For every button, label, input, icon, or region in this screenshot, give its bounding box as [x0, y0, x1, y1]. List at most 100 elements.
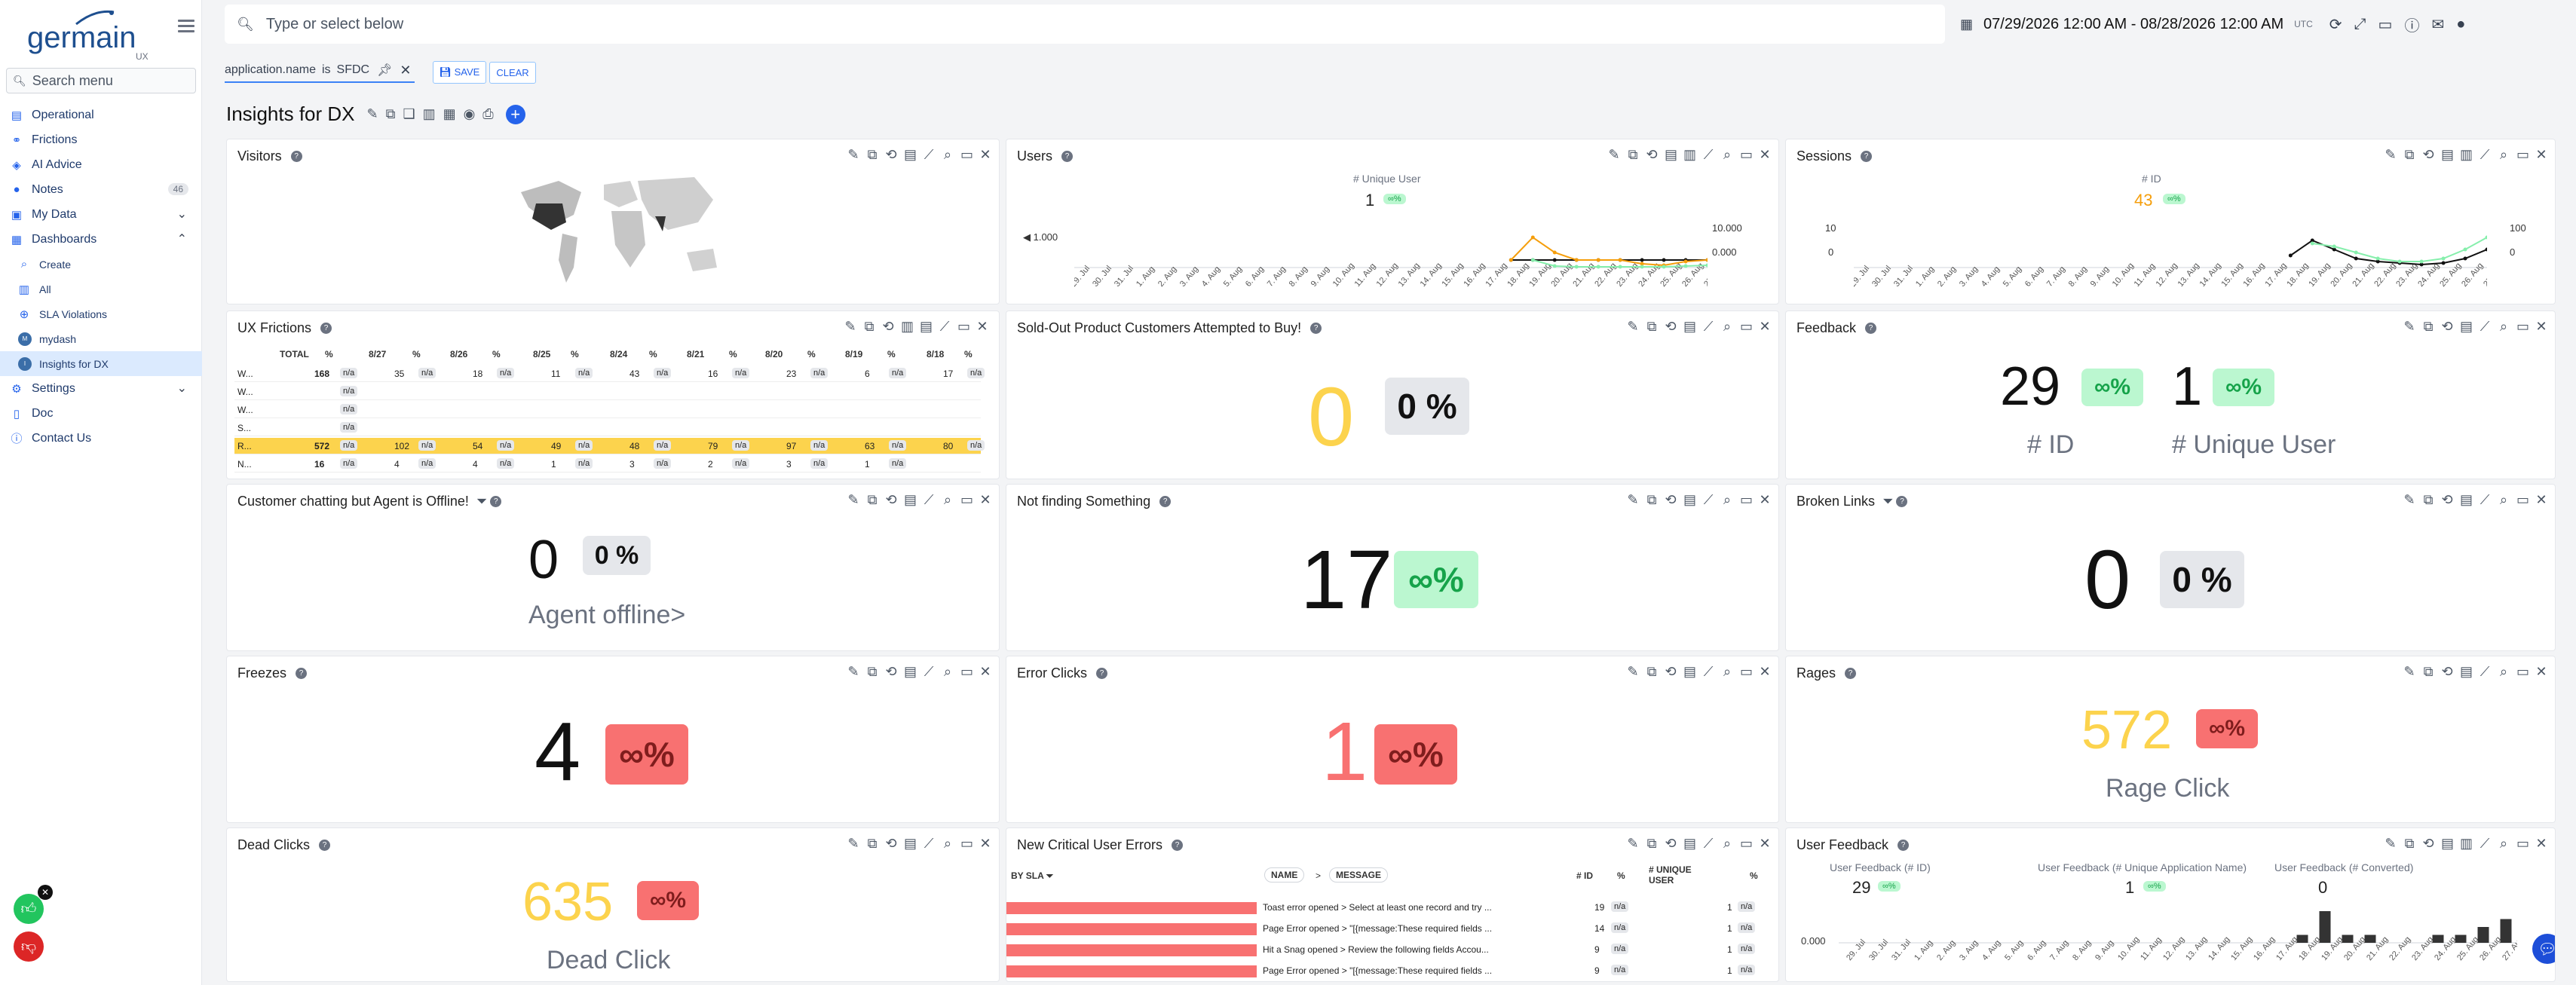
help-icon[interactable]: ? [296, 668, 308, 679]
col-sla-header[interactable]: BY SLA ⏷ [1011, 870, 1053, 882]
column-header[interactable]: 8/20 [765, 349, 783, 359]
table-row[interactable]: W... n/a [234, 384, 981, 400]
help-icon[interactable]: ? [319, 840, 331, 851]
help-icon[interactable]: ? [290, 151, 302, 162]
widget-toolbar[interactable]: ✎ ⧉ ⟲ ▤ ⟋ ⌕ ▭ ✕ [847, 492, 991, 508]
table-row[interactable]: R... 572 n/a 102 n/a 54 n/a 49 n/a 48 n/a 79 n/a 97 n/… [234, 438, 985, 454]
date-range-picker[interactable]: ▦ 07/29/2026 12:00 AM - 08/28/2026 12:00… [1960, 5, 2563, 44]
inbox-icon[interactable]: ✉ [2431, 15, 2444, 34]
nav-insights-for-dx[interactable]: I Insights for DX [0, 351, 202, 376]
refresh-icon[interactable]: ⟳ [2329, 15, 2342, 34]
column-header[interactable]: 8/21 [687, 349, 704, 359]
col-name-header[interactable]: NAME [1264, 867, 1305, 883]
help-icon[interactable]: ? [1896, 496, 1908, 507]
col-message-header[interactable]: MESSAGE [1329, 867, 1389, 883]
column-header[interactable]: % [492, 349, 501, 359]
widget-toolbar[interactable]: ✎ ⧉ ⟲ ▤ ⟋ ⌕ ▭ ✕ [847, 836, 991, 852]
save-button[interactable]: 💾︎ SAVE [432, 61, 487, 84]
column-header[interactable]: % [807, 349, 816, 359]
nav-sla-violations[interactable]: ⊕ SLA Violations [0, 301, 202, 326]
column-header[interactable]: 8/27 [369, 349, 386, 359]
column-header[interactable]: 8/26 [450, 349, 467, 359]
presentation-icon[interactable]: ▭ [2378, 15, 2393, 34]
fullscreen-icon[interactable]: ⤢ [2354, 16, 2366, 33]
germain-logo[interactable]: germain UX [27, 9, 149, 62]
widget-toolbar[interactable]: ✎ ⧉ ⟲ ▤ ⟋ ⌕ ▭ ✕ [1627, 492, 1771, 508]
nav-dashboards[interactable]: ▦ Dashboards ⌃ [0, 227, 202, 252]
nav-my-data[interactable]: ▣ My Data ⌄ [0, 202, 202, 227]
table-row[interactable]: W... 168 n/a 35 n/a 18 n/a 11 n/a 43 n/a 16 n/a 23 n/a… [234, 366, 985, 382]
clear-button[interactable]: CLEAR [489, 61, 536, 84]
help-icon[interactable]: ? [1172, 840, 1184, 851]
nav-doc[interactable]: ▯ Doc [0, 401, 202, 426]
help-icon[interactable]: ? [1865, 323, 1877, 334]
nav-frictions[interactable]: ⚭ Frictions [0, 127, 202, 152]
column-header[interactable]: % [729, 349, 737, 359]
column-header[interactable]: % [325, 349, 333, 359]
info-icon[interactable]: ⓘ [2404, 14, 2419, 35]
widget-toolbar[interactable]: ✎ ⧉ ⟲ ▤ ⟋ ⌕ ▭ ✕ [1627, 836, 1771, 852]
column-header[interactable]: 8/25 [533, 349, 550, 359]
nav-mydash[interactable]: Mmydash [0, 326, 202, 351]
widget-toolbar[interactable]: ✎ ⧉ ⟲ ▤ ▥ ⟋ ⌕ ▭ ✕ [2385, 836, 2547, 852]
global-search-bar[interactable]: 🔍︎ Type or select below [225, 5, 1945, 44]
add-widget-button[interactable]: + [505, 104, 525, 124]
help-icon[interactable]: ? [1061, 151, 1074, 162]
column-header[interactable]: % [571, 349, 579, 359]
pin-icon[interactable]: 📌︎ [377, 63, 392, 78]
col-id-header[interactable]: # ID [1576, 870, 1593, 881]
table-row[interactable]: Hit a Snag opened > Review the following… [1006, 940, 1768, 961]
column-header[interactable]: % [649, 349, 657, 359]
widget-toolbar[interactable]: ✎ ⧉ ⟲ ▤ ⟋ ⌕ ▭ ✕ [2403, 319, 2547, 335]
widget-toolbar[interactable]: ✎ ⧉ ⟲ ▤ ▥ ⟋ ⌕ ▭ ✕ [2385, 147, 2547, 163]
widget-toolbar[interactable]: ✎ ⧉ ⟲ ▤ ⟋ ⌕ ▭ ✕ [1627, 319, 1771, 335]
col-pct-header[interactable]: % [1617, 870, 1625, 881]
hamburger-icon[interactable] [178, 20, 195, 33]
widget-toolbar[interactable]: ✎ ⧉ ⟲ ▤ ⟋ ⌕ ▭ ✕ [1627, 664, 1771, 680]
widget-toolbar[interactable]: ✎ ⧉ ⟲ ▤ ▥ ⟋ ⌕ ▭ ✕ [1608, 147, 1771, 163]
filter-chip[interactable]: application.name is SFDC 📌︎ ✕ [225, 63, 415, 83]
nav-ai-advice[interactable]: ◈ AI Advice [0, 152, 202, 177]
filter-icon[interactable]: ⏷ [476, 494, 487, 509]
filter-icon[interactable]: ⏷ [1882, 494, 1893, 509]
help-icon[interactable]: ? [1096, 668, 1107, 679]
table-row[interactable]: S... n/a [234, 420, 981, 436]
column-header[interactable]: % [412, 349, 421, 359]
chat-icon[interactable]: 💬︎ [2532, 934, 2555, 964]
help-icon[interactable]: ? [490, 496, 502, 507]
column-header[interactable]: 8/24 [610, 349, 627, 359]
col-pct-header[interactable]: % [1750, 870, 1758, 881]
widget-toolbar[interactable]: ✎ ⧉ ⟲ ▤ ⟋ ⌕ ▭ ✕ [2403, 492, 2547, 508]
help-icon[interactable]: ? [1310, 323, 1322, 334]
widget-toolbar[interactable]: ✎ ⧉ ⟲ ▤ ⟋ ⌕ ▭ ✕ [847, 147, 991, 163]
widget-toolbar[interactable]: ✎ ⧉ ⟲ ▥ ▤ ⟋ ▭ ✕ [844, 319, 988, 335]
help-icon[interactable]: ? [320, 323, 332, 334]
column-header[interactable]: TOTAL [280, 349, 309, 359]
help-icon[interactable]: ? [1898, 840, 1910, 851]
table-row[interactable]: W... n/a [234, 402, 981, 418]
column-header[interactable]: 8/19 [845, 349, 862, 359]
help-icon[interactable]: ? [1159, 496, 1172, 507]
help-icon[interactable]: ? [1861, 151, 1873, 162]
nav-settings[interactable]: ⚙ Settings ⌄ [0, 376, 202, 401]
nav-operational[interactable]: ▤ Operational [0, 102, 202, 127]
table-row[interactable]: Page Error opened > "[{message:These req… [1006, 919, 1768, 940]
help-icon[interactable]: ? [1845, 668, 1857, 679]
table-row[interactable]: N... 16 n/a 4 n/a 4 n/a 1 n/a 3 n/a 2 n/a 3 n/a 1 n/a [234, 456, 981, 473]
table-row[interactable]: Page Error opened > "[{message:These req… [1006, 961, 1768, 981]
widget-toolbar[interactable]: ✎ ⧉ ⟲ ▤ ⟋ ⌕ ▭ ✕ [2403, 664, 2547, 680]
close-icon[interactable]: ✕ [400, 63, 411, 78]
nav-notes[interactable]: ● Notes 46 [0, 177, 202, 202]
column-header[interactable]: 8/18 [927, 349, 944, 359]
col-unique-header[interactable]: # UNIQUE USER [1649, 864, 1702, 886]
close-icon[interactable]: ✕ [38, 885, 53, 900]
table-row[interactable]: Toast error opened > Select at least one… [1006, 898, 1768, 919]
nav-create[interactable]: ⌕ Create [0, 252, 202, 277]
column-header[interactable]: % [887, 349, 896, 359]
dashboard-toolbar[interactable]: ✎⧉❑▥▦◉⎙ [367, 106, 501, 122]
widget-toolbar[interactable]: ✎ ⧉ ⟲ ▤ ⟋ ⌕ ▭ ✕ [847, 664, 991, 680]
thumbs-up-icon[interactable]: 👍︎ [14, 894, 44, 924]
nav-contact-us[interactable]: ⓘ Contact Us [0, 426, 202, 451]
user-icon[interactable]: ● [2456, 16, 2465, 33]
thumbs-down-icon[interactable]: 👎︎ [14, 931, 44, 962]
